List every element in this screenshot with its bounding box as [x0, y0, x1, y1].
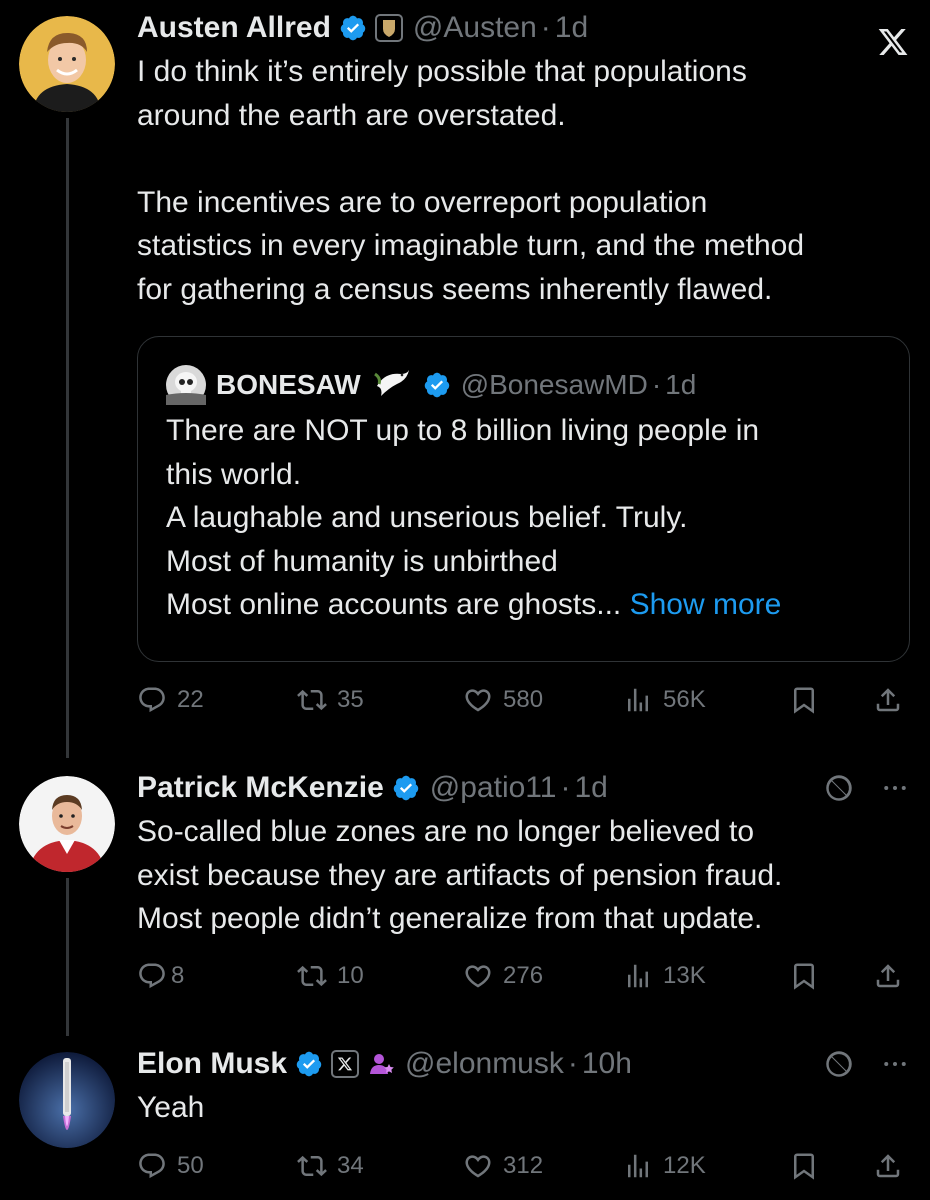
grok-icon[interactable] — [822, 1047, 856, 1081]
reply-icon — [139, 963, 165, 989]
share-button[interactable] — [873, 680, 903, 720]
x-logo-icon — [876, 26, 910, 63]
repost-button[interactable]: 10 — [297, 956, 364, 996]
like-icon — [465, 1155, 491, 1178]
quoted-author-handle[interactable]: @BonesawMD — [461, 369, 648, 401]
share-icon — [876, 688, 900, 712]
separator: · — [567, 1047, 578, 1080]
skull-avatar-icon — [166, 365, 206, 405]
tweet-actions: 22 35 580 56K — [137, 680, 910, 720]
views-button[interactable]: 56K — [623, 680, 706, 720]
separator: · — [651, 369, 662, 400]
tweet-patrick[interactable]: Patrick McKenzie @patio11 · 1d So-called… — [0, 768, 930, 1028]
timestamp[interactable]: 1d — [555, 11, 588, 45]
grok-icon[interactable] — [822, 771, 856, 805]
reply-button[interactable]: 50 — [137, 1146, 204, 1186]
reply-count: 22 — [177, 686, 204, 713]
bookmark-icon — [794, 1153, 814, 1180]
timestamp[interactable]: 10h — [582, 1047, 632, 1081]
like-button[interactable]: 580 — [463, 680, 543, 720]
tweet-actions: 8 10 276 13K — [137, 956, 910, 996]
dove-emoji-icon — [371, 364, 411, 407]
verified-badge-icon — [392, 774, 420, 802]
tweet-text: Yeah — [137, 1091, 205, 1124]
reply-icon — [139, 1153, 165, 1179]
like-count: 580 — [503, 686, 544, 713]
like-count: 276 — [503, 962, 544, 989]
repost-icon — [297, 689, 327, 711]
repost-button[interactable]: 34 — [297, 1146, 364, 1186]
avatar[interactable] — [19, 776, 115, 872]
tweet-text: I do think it’s entirely possible that p… — [137, 55, 805, 306]
views-button[interactable]: 13K — [623, 956, 706, 996]
verified-badge-icon — [423, 371, 451, 399]
bookmark-icon — [794, 687, 814, 714]
views-icon — [628, 688, 648, 712]
reply-icon — [139, 687, 165, 713]
share-button[interactable] — [873, 1146, 903, 1186]
ellipsis: ... — [596, 588, 622, 621]
reply-count: 50 — [177, 1152, 204, 1179]
repost-icon — [297, 965, 327, 987]
more-icon[interactable] — [880, 1049, 910, 1079]
tweet-elon[interactable]: Elon Musk @elonmusk · 10h Yeah 50 34 312… — [0, 1044, 930, 1200]
tweet-text: So-called blue zones are no longer belie… — [137, 815, 783, 935]
affiliate-person-icon — [367, 1050, 395, 1078]
views-count: 56K — [663, 686, 706, 713]
reply-button[interactable]: 22 — [137, 680, 204, 720]
views-icon — [628, 964, 648, 988]
author-name[interactable]: Patrick McKenzie — [137, 771, 384, 805]
bookmark-button[interactable] — [789, 1146, 819, 1186]
verified-badge-icon — [339, 14, 367, 42]
bookmark-icon — [794, 963, 814, 990]
x-affiliate-badge-icon — [331, 1050, 360, 1078]
repost-icon — [297, 1155, 327, 1177]
tweet-austen[interactable]: Austen Allred @Austen · 1d I do think it… — [0, 8, 930, 738]
like-count: 312 — [503, 1152, 544, 1179]
bookmark-button[interactable] — [789, 680, 819, 720]
repost-button[interactable]: 35 — [297, 680, 364, 720]
more-icon[interactable] — [880, 773, 910, 803]
avatar[interactable] — [19, 16, 115, 112]
author-handle[interactable]: @patio11 — [430, 771, 557, 805]
views-count: 12K — [663, 1152, 706, 1179]
quoted-tweet[interactable]: BONESAW @BonesawMD · 1d There are NOT up… — [137, 336, 910, 662]
views-button[interactable]: 12K — [623, 1146, 706, 1186]
views-count: 13K — [663, 962, 706, 989]
repost-count: 35 — [337, 686, 364, 713]
like-button[interactable]: 312 — [463, 1146, 543, 1186]
like-icon — [465, 689, 491, 712]
like-icon — [465, 965, 491, 988]
repost-count: 10 — [337, 962, 364, 989]
repost-count: 34 — [337, 1152, 364, 1179]
reply-count: 8 — [171, 962, 185, 989]
timestamp[interactable]: 1d — [574, 771, 607, 805]
author-name[interactable]: Austen Allred — [137, 11, 331, 45]
show-more-link[interactable]: Show more — [621, 588, 782, 621]
views-icon — [628, 1154, 648, 1178]
quoted-author-name[interactable]: BONESAW — [216, 369, 361, 401]
share-icon — [876, 964, 900, 988]
author-handle[interactable]: @Austen — [413, 11, 537, 45]
reply-button[interactable]: 8 — [137, 956, 184, 996]
like-button[interactable]: 276 — [463, 956, 543, 996]
author-name[interactable]: Elon Musk — [137, 1047, 287, 1081]
verified-badge-icon — [295, 1050, 323, 1078]
separator: · — [560, 771, 571, 804]
share-icon — [876, 1154, 900, 1178]
separator: · — [540, 11, 551, 44]
avatar[interactable] — [19, 1052, 115, 1148]
bookmark-button[interactable] — [789, 956, 819, 996]
quoted-timestamp[interactable]: 1d — [665, 369, 696, 401]
share-button[interactable] — [873, 956, 903, 996]
shield-badge-icon — [374, 14, 403, 42]
author-handle[interactable]: @elonmusk — [405, 1047, 564, 1081]
tweet-actions: 50 34 312 12K — [137, 1146, 910, 1186]
